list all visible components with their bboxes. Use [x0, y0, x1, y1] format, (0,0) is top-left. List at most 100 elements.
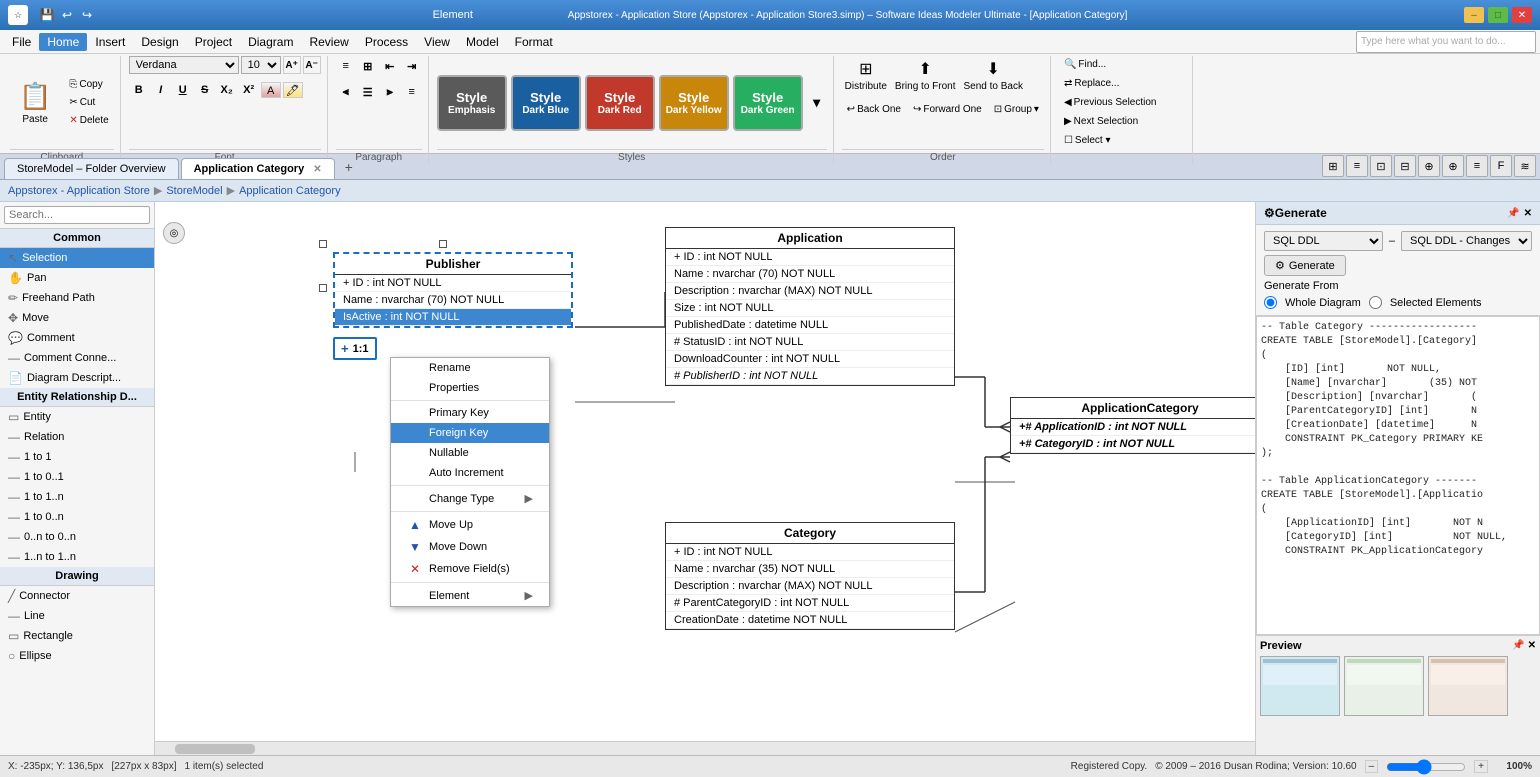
back-one-button[interactable]: ↩ Back One	[842, 101, 906, 118]
tool-freehand[interactable]: ✏ Freehand Path	[0, 288, 154, 308]
ctx-foreign-key[interactable]: Foreign Key	[391, 423, 549, 443]
tab-storemodel[interactable]: StoreModel – Folder Overview	[4, 158, 179, 179]
h-scrollbar-thumb[interactable]	[175, 744, 255, 754]
underline-button[interactable]: U	[173, 80, 193, 100]
tool-connector[interactable]: ╱ Connector	[0, 586, 154, 606]
tool-entity[interactable]: ▭ Entity	[0, 407, 154, 427]
subscript-button[interactable]: X₂	[217, 80, 237, 100]
navigation-circle[interactable]: ◎	[163, 222, 185, 244]
paste-button[interactable]: 📋 Paste	[10, 76, 60, 130]
nav-icon-7[interactable]: ≡	[1466, 155, 1488, 177]
superscript-button[interactable]: X²	[239, 80, 259, 100]
send-to-back-button[interactable]: ⬇ Send to Back	[961, 56, 1026, 95]
font-size-select[interactable]: 10	[241, 56, 281, 74]
styles-more[interactable]: ▾	[807, 93, 827, 113]
style-dark-blue[interactable]: Style Dark Blue	[511, 75, 581, 131]
replace-button[interactable]: ⇄ Replace...	[1059, 75, 1124, 92]
tool-diagram-desc[interactable]: 📄 Diagram Descript...	[0, 368, 154, 388]
select-dropdown[interactable]: ☐ Select ▾	[1059, 132, 1116, 149]
tool-1to01[interactable]: — 1 to 0..1	[0, 467, 154, 487]
ctx-auto-increment[interactable]: Auto Increment	[391, 463, 549, 483]
zoom-plus[interactable]: +	[1474, 760, 1488, 773]
font-face-select[interactable]: Verdana	[129, 56, 239, 74]
radio-whole-diagram[interactable]	[1264, 296, 1277, 309]
ddl-type-select[interactable]: SQL DDL	[1264, 231, 1383, 251]
align-center[interactable]: ☰	[358, 82, 378, 102]
menu-home[interactable]: Home	[39, 33, 87, 51]
cat-field-2[interactable]: Description : nvarchar (MAX) NOT NULL	[666, 578, 954, 595]
publisher-field-0[interactable]: + ID : int NOT NULL	[335, 275, 571, 292]
app-field-2[interactable]: Description : nvarchar (MAX) NOT NULL	[666, 283, 954, 300]
ctx-move-down[interactable]: ▼ Move Down	[391, 536, 549, 558]
tab-close[interactable]: ✕	[313, 164, 321, 175]
redo-button[interactable]: ↪	[78, 6, 96, 24]
breadcrumb-item-2[interactable]: Application Category	[239, 185, 341, 197]
menu-design[interactable]: Design	[133, 33, 186, 51]
appcategory-field-0[interactable]: +# ApplicationID : int NOT NULL	[1011, 419, 1255, 436]
entity-publisher[interactable]: Publisher + ID : int NOT NULL Name : nva…	[333, 252, 573, 328]
ctx-remove-fields[interactable]: ✕ Remove Field(s)	[391, 558, 549, 580]
nav-icon-8[interactable]: F	[1490, 155, 1512, 177]
panel-close-right[interactable]: ✕	[1524, 208, 1532, 219]
distribute-button[interactable]: ⊞ Distribute	[842, 56, 890, 95]
preview-pin[interactable]: 📌 ✕	[1512, 640, 1536, 652]
cut-button[interactable]: ✂ Cut	[64, 94, 113, 111]
zoom-slider[interactable]	[1386, 759, 1466, 775]
search-input[interactable]	[4, 206, 150, 224]
ctx-rename[interactable]: Rename	[391, 358, 549, 378]
align-left[interactable]: ⫷	[336, 82, 356, 102]
ctx-element[interactable]: Element ▶	[391, 585, 549, 606]
tool-line[interactable]: — Line	[0, 606, 154, 626]
menu-insert[interactable]: Insert	[87, 33, 133, 51]
zoom-minus[interactable]: –	[1365, 760, 1379, 773]
tool-1to0n[interactable]: — 1 to 0..n	[0, 507, 154, 527]
align-right[interactable]: ⫸	[380, 82, 400, 102]
cat-field-0[interactable]: + ID : int NOT NULL	[666, 544, 954, 561]
tool-0nto0n[interactable]: — 0..n to 0..n	[0, 527, 154, 547]
radio-selected-elements[interactable]	[1369, 296, 1382, 309]
entity-appcategory[interactable]: ApplicationCategory +# ApplicationID : i…	[1010, 397, 1255, 454]
generate-button[interactable]: ⚙ Generate	[1264, 255, 1346, 276]
menu-model[interactable]: Model	[458, 33, 507, 51]
indent-increase[interactable]: ⇥	[402, 56, 422, 76]
ddl-changes-select[interactable]: SQL DDL - Changes	[1401, 231, 1532, 251]
app-field-0[interactable]: + ID : int NOT NULL	[666, 249, 954, 266]
cat-field-1[interactable]: Name : nvarchar (35) NOT NULL	[666, 561, 954, 578]
app-field-4[interactable]: PublishedDate : datetime NULL	[666, 317, 954, 334]
font-color-button[interactable]: A	[261, 82, 281, 98]
ctx-change-type[interactable]: Change Type ▶	[391, 488, 549, 509]
menu-view[interactable]: View	[416, 33, 458, 51]
menu-file[interactable]: File	[4, 33, 39, 51]
align-justify[interactable]: ≡	[402, 82, 422, 102]
strikethrough-button[interactable]: S	[195, 80, 215, 100]
app-field-5[interactable]: # StatusID : int NOT NULL	[666, 334, 954, 351]
app-field-7[interactable]: # PublisherID : int NOT NULL	[666, 368, 954, 385]
ctx-primary-key[interactable]: Primary Key	[391, 403, 549, 423]
entity-application[interactable]: Application + ID : int NOT NULL Name : n…	[665, 227, 955, 386]
tool-comment-conn[interactable]: — Comment Conne...	[0, 348, 154, 368]
nav-icon-2[interactable]: ≡	[1346, 155, 1368, 177]
menu-process[interactable]: Process	[357, 33, 416, 51]
forward-one-button[interactable]: ↪ Forward One	[908, 101, 987, 118]
list-unordered[interactable]: ≡	[336, 56, 356, 76]
next-selection-button[interactable]: ▶ Next Selection	[1059, 113, 1143, 130]
publisher-field-2[interactable]: IsActive : int NOT NULL	[335, 309, 571, 326]
menu-diagram[interactable]: Diagram	[240, 33, 301, 51]
tool-ellipse[interactable]: ○ Ellipse	[0, 646, 154, 666]
save-button[interactable]: 💾	[38, 6, 56, 24]
cat-field-3[interactable]: # ParentCategoryID : int NOT NULL	[666, 595, 954, 612]
font-size-increase[interactable]: A⁺	[283, 56, 301, 74]
nav-icon-1[interactable]: ⊞	[1322, 155, 1344, 177]
ctx-nullable[interactable]: Nullable	[391, 443, 549, 463]
tool-pan[interactable]: ✋ Pan	[0, 268, 154, 288]
breadcrumb-item-1[interactable]: StoreModel	[166, 185, 222, 197]
prev-selection-button[interactable]: ◀ Previous Selection	[1059, 94, 1162, 111]
tab-appcategory[interactable]: Application Category ✕	[181, 158, 335, 179]
panel-pin[interactable]: 📌	[1507, 208, 1519, 219]
menu-project[interactable]: Project	[187, 33, 240, 51]
app-field-3[interactable]: Size : int NOT NULL	[666, 300, 954, 317]
style-emphasis[interactable]: Style Emphasis	[437, 75, 507, 131]
app-field-6[interactable]: DownloadCounter : int NOT NULL	[666, 351, 954, 368]
bring-to-front-button[interactable]: ⬆ Bring to Front	[892, 56, 959, 95]
highlight-button[interactable]: 🖊	[283, 82, 303, 98]
